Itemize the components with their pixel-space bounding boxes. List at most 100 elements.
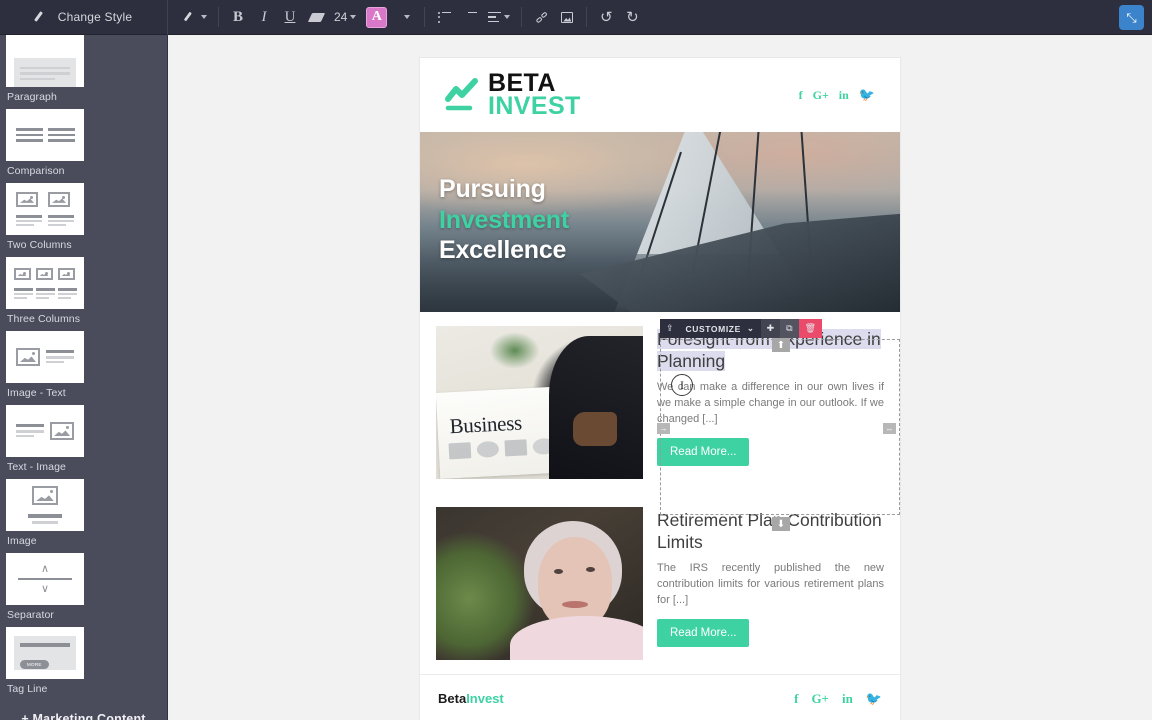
clear-format-button[interactable]: [304, 4, 328, 30]
sidebar-block-paragraph[interactable]: Paragraph: [6, 35, 84, 109]
twitter-icon[interactable]: 🐦: [866, 691, 882, 707]
sidebar-block-comparison[interactable]: Comparison: [6, 109, 84, 183]
google-plus-icon[interactable]: G+: [811, 691, 829, 707]
blocks-sidebar[interactable]: Paragraph Comparison Two Columns Three C…: [0, 35, 168, 720]
text-align-left-handle[interactable]: →: [657, 423, 670, 434]
redo-button[interactable]: ↻: [620, 4, 644, 30]
toolbar-divider: [218, 7, 219, 27]
block-edit-toolbar[interactable]: ⇪ CUSTOMIZE ⌄ ✚ ⧉ 🗑: [660, 319, 823, 338]
linkedin-icon[interactable]: in: [842, 691, 853, 707]
article-text-2[interactable]: The IRS recently published the new contr…: [657, 561, 884, 608]
align-button[interactable]: [484, 4, 514, 30]
block-label: Two Columns: [7, 239, 72, 251]
article-title-2[interactable]: Retirement Plan Contribution Limits: [657, 510, 884, 553]
chevron-down-icon: [403, 15, 410, 19]
sidebar-block-image[interactable]: Image: [6, 479, 84, 553]
block-label: Paragraph: [7, 91, 57, 103]
email-header[interactable]: BETA INVEST f G+ in 🐦: [420, 58, 900, 132]
move-block-up-button[interactable]: ⬆: [772, 338, 790, 352]
image-icon: [561, 11, 574, 23]
article-body-2[interactable]: Retirement Plan Contribution Limits The …: [657, 507, 884, 660]
insert-link-button[interactable]: [529, 4, 553, 30]
brand-logo[interactable]: BETA INVEST: [445, 71, 581, 119]
duplicate-button[interactable]: ⧉: [780, 319, 799, 338]
text-width-handle[interactable]: ↔: [883, 423, 896, 434]
google-plus-icon[interactable]: G+: [813, 88, 829, 103]
block-thumbnail[interactable]: MORE: [6, 627, 84, 679]
linkedin-icon[interactable]: in: [839, 88, 849, 103]
footer-logo[interactable]: BetaInvest: [438, 691, 504, 706]
hero-banner[interactable]: Pursuing Investment Excellence: [420, 132, 900, 312]
block-thumbnail[interactable]: [6, 183, 84, 235]
email-footer[interactable]: BetaInvest f G+ in 🐦: [420, 674, 900, 720]
email-document[interactable]: BETA INVEST f G+ in 🐦 Pursuing Investmen…: [420, 58, 900, 720]
section-header-marketing-content[interactable]: + Marketing Content: [6, 701, 161, 720]
article-block-2[interactable]: Retirement Plan Contribution Limits The …: [420, 493, 900, 674]
eye-right: [586, 567, 595, 572]
separator-up-icon: ∧: [40, 563, 50, 576]
facebook-icon[interactable]: f: [794, 691, 798, 707]
text-color-button[interactable]: A: [362, 4, 391, 30]
read-more-button-1[interactable]: Read More...: [657, 438, 750, 467]
block-label: Image - Text: [7, 387, 66, 399]
top-toolbar: Change Style B I U 24 A ↻ ↻ ⤡: [0, 0, 1152, 35]
delete-button[interactable]: 🗑: [798, 319, 823, 338]
text-cursor-icon: I: [671, 374, 693, 396]
article-image-business-newspaper[interactable]: Business: [436, 326, 643, 479]
header-social-links: f G+ in 🐦: [799, 87, 875, 103]
move-button[interactable]: ✚: [760, 319, 781, 338]
link-icon: [535, 10, 548, 24]
image-placeholder-icon: [50, 422, 74, 440]
block-thumbnail[interactable]: [6, 109, 84, 161]
image-placeholder-icon: [35, 268, 53, 281]
chevron-down-icon: [201, 15, 207, 19]
undo-button[interactable]: ↻: [594, 4, 618, 30]
eye-left: [554, 569, 563, 574]
sidebar-block-three-columns[interactable]: Three Columns: [6, 257, 84, 331]
change-style-button[interactable]: Change Style: [0, 0, 168, 35]
change-style-label: Change Style: [57, 10, 133, 24]
italic-button[interactable]: I: [252, 4, 276, 30]
footer-social-links: f G+ in 🐦: [794, 691, 882, 707]
article-body-1[interactable]: Foresight from Experience in Planning We…: [657, 326, 884, 479]
hero-headline[interactable]: Pursuing Investment Excellence: [439, 174, 569, 266]
facebook-icon[interactable]: f: [799, 88, 803, 103]
sidebar-block-text-image[interactable]: Text - Image: [6, 405, 84, 479]
sidebar-block-tagline[interactable]: MORE Tag Line: [6, 627, 84, 701]
bold-button[interactable]: B: [226, 4, 250, 30]
footer-logo-part2: Invest: [466, 691, 504, 706]
insert-image-button[interactable]: [555, 4, 579, 30]
sidebar-block-separator[interactable]: ∧ ∨ Separator: [6, 553, 84, 627]
brush-icon: [35, 10, 49, 24]
article-block-1[interactable]: Business Foresight from Experience in Pl…: [420, 312, 900, 493]
sidebar-block-two-columns[interactable]: Two Columns: [6, 183, 84, 257]
numbered-list-button[interactable]: [458, 4, 482, 30]
image-placeholder-icon: [32, 486, 58, 506]
toolbar-divider: [586, 7, 588, 27]
move-block-down-button[interactable]: ⬇: [772, 517, 790, 531]
basic-blocks-grid: Paragraph Comparison Two Columns Three C…: [6, 35, 161, 701]
face-shape: [538, 537, 612, 629]
block-thumbnail[interactable]: [6, 35, 84, 87]
block-thumbnail[interactable]: [6, 331, 84, 383]
article-image-elderly-woman[interactable]: [436, 507, 643, 660]
bullet-list-button[interactable]: [432, 4, 456, 30]
paragraph-style-button[interactable]: [180, 4, 211, 30]
sidebar-block-image-text[interactable]: Image - Text: [6, 331, 84, 405]
tagline-more-button: MORE: [20, 660, 49, 669]
sweater-shape: [510, 616, 643, 660]
customize-button[interactable]: CUSTOMIZE ⌄: [680, 319, 761, 338]
text-color-dropdown[interactable]: [393, 4, 417, 30]
hand-shape: [573, 412, 617, 446]
email-canvas[interactable]: BETA INVEST f G+ in 🐦 Pursuing Investmen…: [169, 36, 1152, 720]
block-thumbnail[interactable]: [6, 405, 84, 457]
block-thumbnail[interactable]: ∧ ∨: [6, 553, 84, 605]
expand-button[interactable]: ⤡: [1119, 5, 1144, 30]
read-more-button-2[interactable]: Read More...: [657, 619, 750, 648]
block-thumbnail[interactable]: [6, 479, 84, 531]
drag-handle-icon[interactable]: ⇪: [660, 319, 680, 338]
block-thumbnail[interactable]: [6, 257, 84, 309]
twitter-icon[interactable]: 🐦: [859, 87, 875, 103]
underline-button[interactable]: U: [278, 4, 302, 30]
font-size-selector[interactable]: 24: [330, 4, 360, 30]
